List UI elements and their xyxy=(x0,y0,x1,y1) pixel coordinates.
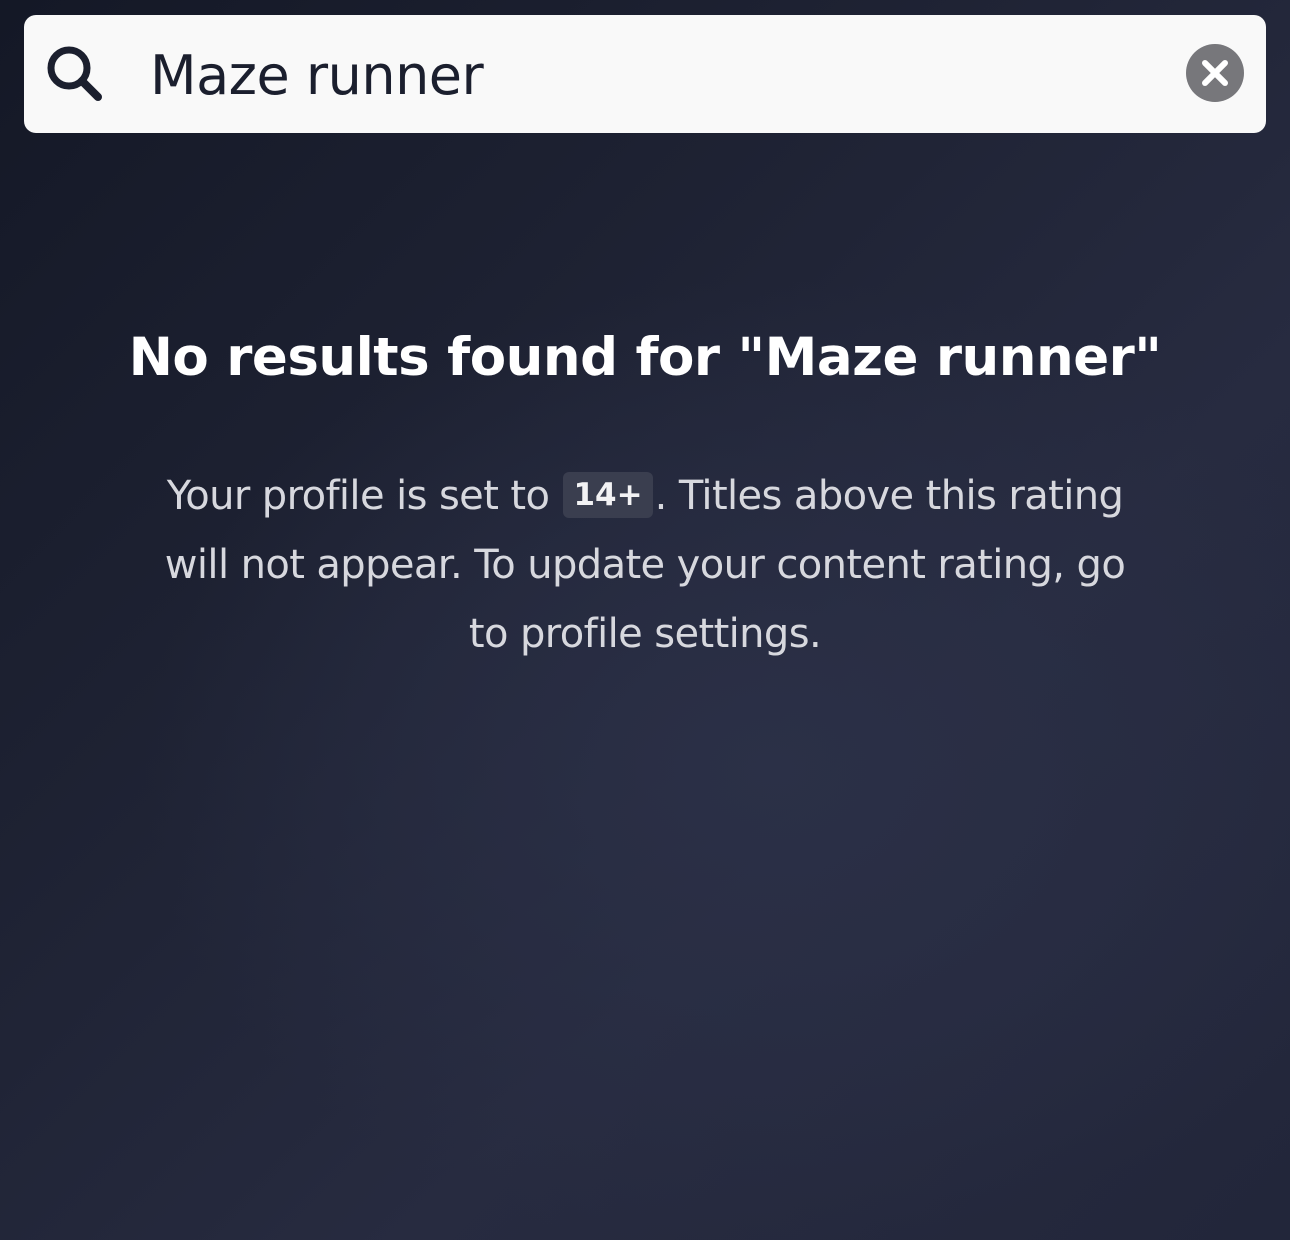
close-icon xyxy=(1186,44,1244,102)
no-results-title: No results found for "Maze runner" xyxy=(128,327,1162,388)
search-input[interactable] xyxy=(150,39,1180,111)
message-before: Your profile is set to xyxy=(166,473,562,519)
search-bar xyxy=(24,15,1266,133)
search-icon xyxy=(44,43,106,105)
clear-search-button[interactable] xyxy=(1186,44,1244,102)
no-results-message: Your profile is set to 14+. Titles above… xyxy=(140,462,1150,669)
rating-badge: 14+ xyxy=(563,472,653,518)
